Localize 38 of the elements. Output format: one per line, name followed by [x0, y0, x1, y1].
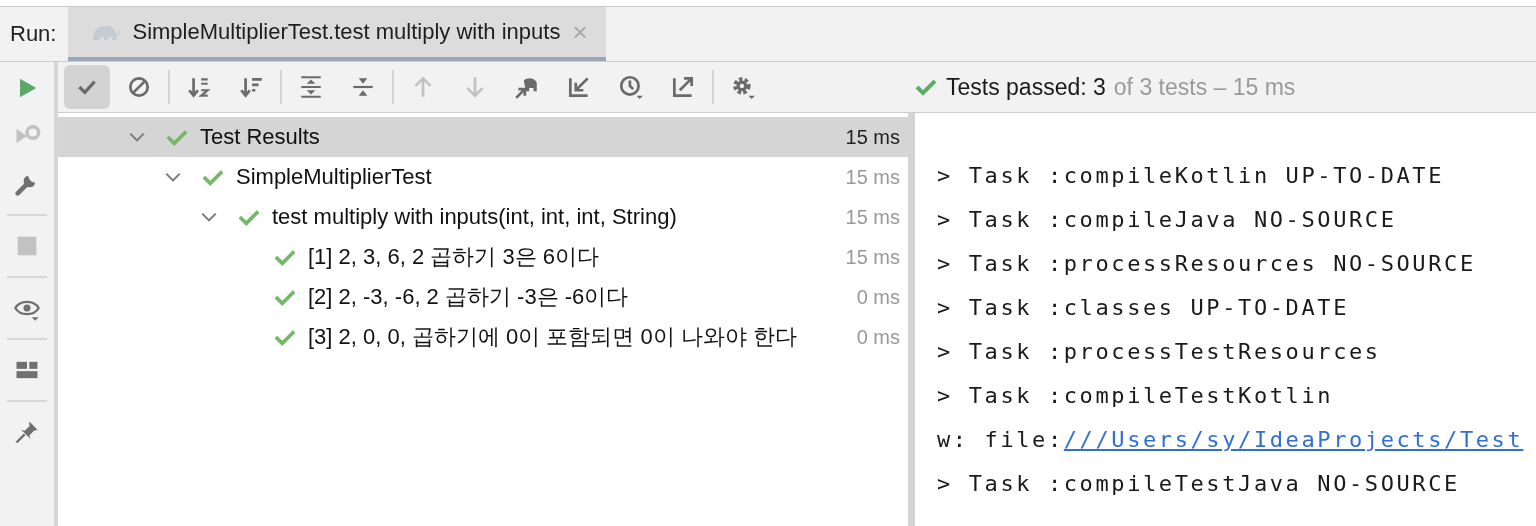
- console-line: > Task :processTestResources: [937, 338, 1381, 364]
- duration: 15 ms: [845, 165, 900, 189]
- console-line: > Task :compileTestJava NO-SOURCE: [937, 470, 1460, 496]
- test-name: [2] 2, -3, -6, 2 곱하기 -3은 -6이다: [308, 283, 630, 311]
- duration: 15 ms: [845, 205, 900, 229]
- tests-summary: of 3 tests – 15 ms: [1113, 73, 1296, 101]
- tree-row[interactable]: Test Results 15 ms: [58, 117, 908, 157]
- console-line: > Task :compileTestKotlin: [937, 382, 1334, 408]
- console-line: > Task :processResources NO-SOURCE: [937, 250, 1476, 276]
- console-line: > Task :compileJava NO-SOURCE: [937, 206, 1397, 232]
- duration: 0 ms: [856, 325, 900, 349]
- cancel-icon: [126, 74, 152, 100]
- console-line: > Task :compileKotlin UP-TO-DATE: [937, 162, 1445, 188]
- run-tab[interactable]: SimpleMultiplierTest.test multiply with inputs ×: [68, 7, 606, 61]
- tree-row[interactable]: [1] 2, 3, 6, 2 곱하기 3은 6이다 15 ms: [58, 237, 908, 277]
- duration: 15 ms: [845, 125, 900, 149]
- file-link[interactable]: ///Users/sy/IdeaProjects/Test: [1063, 426, 1524, 452]
- history-clock-icon: [618, 74, 644, 100]
- test-name: SimpleMultiplierTest: [236, 164, 433, 190]
- tree-row[interactable]: [2] 2, -3, -6, 2 곱하기 -3은 -6이다 0 ms: [58, 277, 908, 317]
- tree-row[interactable]: SimpleMultiplierTest 15 ms: [58, 157, 908, 197]
- console-line: > Task :classes UP-TO-DATE: [937, 294, 1349, 320]
- test-name: Test Results: [200, 124, 321, 150]
- tree-row[interactable]: [3] 2, 0, 0, 곱하기에 0이 포함되면 0이 나와야 한다 0 ms: [58, 317, 908, 357]
- check-button[interactable]: [64, 65, 110, 109]
- test-name: [1] 2, 3, 6, 2 곱하기 3은 6이다: [308, 243, 600, 271]
- test-name: test multiply with inputs(int, int, int, String): [272, 204, 678, 230]
- duration: 0 ms: [856, 285, 900, 309]
- expand-all-icon: [298, 74, 324, 100]
- console-line: w: file:: [937, 426, 1064, 452]
- export-icon: [670, 74, 696, 100]
- test-name: [3] 2, 0, 0, 곱하기에 0이 포함되면 0이 나와야 한다: [308, 323, 798, 351]
- tab-title: SimpleMultiplierTest.test multiply with inputs: [132, 19, 561, 45]
- tree-row[interactable]: test multiply with inputs(int, int, int, String) 15 ms: [58, 197, 908, 237]
- duration: 15 ms: [845, 245, 900, 269]
- settings-icon: [730, 74, 756, 100]
- run-label: Run:: [9, 21, 58, 47]
- tests-passed-count: Tests passed: 3: [946, 73, 1106, 101]
